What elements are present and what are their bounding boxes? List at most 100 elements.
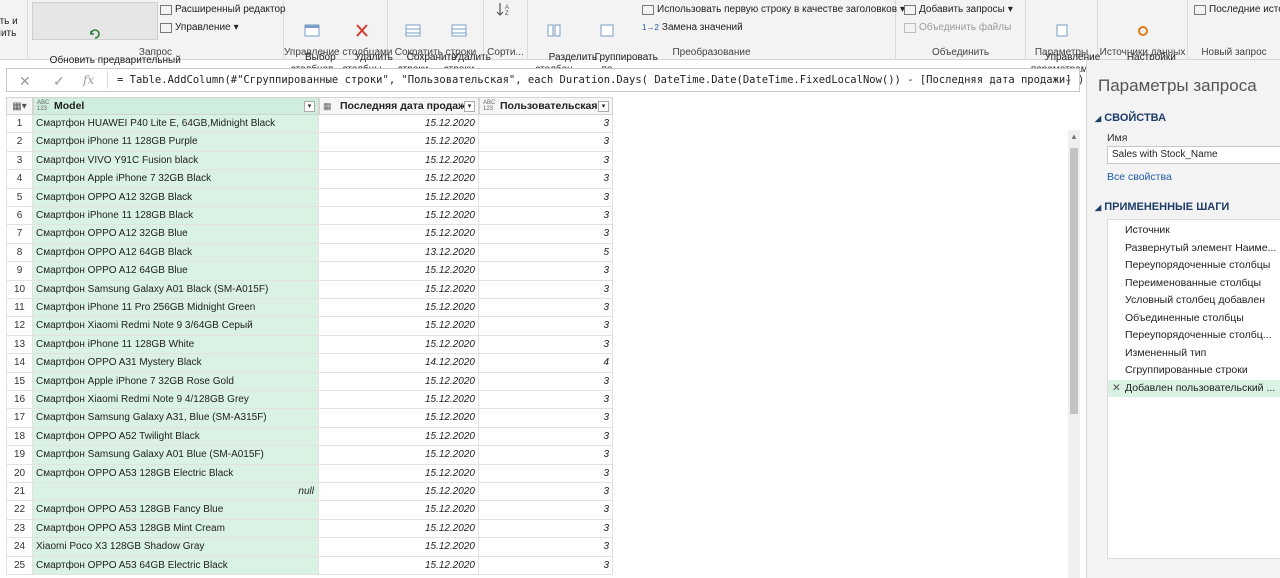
- cell-custom[interactable]: 3: [479, 409, 613, 428]
- cell-model[interactable]: Смартфон iPhone 11 128GB Black: [33, 207, 319, 226]
- cell-model[interactable]: Смартфон Apple iPhone 7 32GB Rose Gold: [33, 372, 319, 391]
- table-row[interactable]: 10 Смартфон Samsung Galaxy A01 Black (SM-…: [6, 280, 613, 299]
- formula-text[interactable]: = Table.AddColumn(#"Сгруппированные стро…: [117, 74, 1091, 86]
- cell-model[interactable]: Смартфон Samsung Galaxy A01 Blue (SM-A01…: [33, 446, 319, 465]
- cell-last-sale-date[interactable]: 15.12.2020: [319, 464, 479, 483]
- table-corner-menu[interactable]: ▦▾: [6, 97, 33, 115]
- fx-icon[interactable]: fx: [83, 73, 94, 87]
- applied-step[interactable]: Сгруппированные строки: [1108, 362, 1280, 380]
- cell-custom[interactable]: 3: [479, 115, 613, 134]
- filter-dropdown-icon[interactable]: ▾: [304, 101, 315, 112]
- cell-custom[interactable]: 3: [479, 207, 613, 226]
- table-row[interactable]: 24 Xiaomi Poco X3 128GB Shadow Gray 15.12.…: [6, 538, 613, 557]
- cell-model[interactable]: Смартфон Apple iPhone 7 32GB Black: [33, 170, 319, 189]
- column-header-last-sale-date[interactable]: ▦ Последняя дата продажи ▾: [319, 97, 479, 115]
- cell-last-sale-date[interactable]: 15.12.2020: [319, 170, 479, 189]
- cell-last-sale-date[interactable]: 15.12.2020: [319, 409, 479, 428]
- cell-last-sale-date[interactable]: 15.12.2020: [319, 483, 479, 502]
- cell-custom[interactable]: 3: [479, 519, 613, 539]
- row-number[interactable]: 13: [6, 335, 33, 355]
- row-number[interactable]: 8: [6, 243, 33, 263]
- table-row[interactable]: 4 Смартфон Apple iPhone 7 32GB Black 15.12…: [6, 170, 613, 189]
- cell-model[interactable]: Смартфон iPhone 11 128GB White: [33, 335, 319, 355]
- cell-model[interactable]: Смартфон OPPO A12 64GB Blue: [33, 262, 319, 281]
- cancel-formula-icon[interactable]: ✕: [19, 73, 31, 90]
- table-row[interactable]: 22 Смартфон OPPO A53 128GB Fancy Blue 15.1…: [6, 501, 613, 520]
- cell-custom[interactable]: 3: [479, 538, 613, 557]
- table-row[interactable]: 23 Смартфон OPPO A53 128GB Mint Cream 15.1…: [6, 519, 613, 539]
- table-row[interactable]: 20 Смартфон OPPO A53 128GB Electric Black…: [6, 464, 613, 483]
- cell-last-sale-date[interactable]: 15.12.2020: [319, 280, 479, 299]
- cell-custom[interactable]: 3: [479, 391, 613, 410]
- cell-last-sale-date[interactable]: 15.12.2020: [319, 519, 479, 539]
- cell-model[interactable]: Смартфон OPPO A53 128GB Electric Black: [33, 464, 319, 483]
- table-row[interactable]: 17 Смартфон Samsung Galaxy A31, Blue (SM-…: [6, 409, 613, 428]
- cell-last-sale-date[interactable]: 15.12.2020: [319, 151, 479, 171]
- row-number[interactable]: 2: [6, 133, 33, 152]
- scroll-up-icon[interactable]: ▲: [1070, 132, 1078, 141]
- row-number[interactable]: 15: [6, 372, 33, 391]
- cell-last-sale-date[interactable]: 15.12.2020: [319, 556, 479, 575]
- all-properties-link[interactable]: Все свойства: [1107, 171, 1172, 183]
- row-number[interactable]: 20: [6, 464, 33, 483]
- row-number[interactable]: 16: [6, 391, 33, 410]
- table-row[interactable]: 9 Смартфон OPPO A12 64GB Blue 15.12.2020 3: [6, 262, 613, 281]
- cell-last-sale-date[interactable]: 15.12.2020: [319, 207, 479, 226]
- row-number[interactable]: 21: [6, 483, 33, 502]
- properties-section[interactable]: ◢ СВОЙСТВА: [1095, 112, 1166, 124]
- applied-steps-section[interactable]: ◢ ПРИМЕНЕННЫЕ ШАГИ: [1095, 201, 1229, 213]
- applied-step[interactable]: Измененный тип: [1108, 345, 1280, 363]
- cell-last-sale-date[interactable]: 15.12.2020: [319, 262, 479, 281]
- column-header-custom[interactable]: ABC 123 Пользовательская ▾: [479, 97, 613, 115]
- cell-custom[interactable]: 3: [479, 151, 613, 171]
- applied-step[interactable]: Переупорядоченные столбц...: [1108, 327, 1280, 345]
- cell-custom[interactable]: 3: [479, 501, 613, 520]
- table-row[interactable]: 11 Смартфон iPhone 11 Pro 256GB Midnight …: [6, 299, 613, 318]
- cell-last-sale-date[interactable]: 14.12.2020: [319, 354, 479, 373]
- applied-step[interactable]: Переупорядоченные столбцы: [1108, 257, 1280, 275]
- row-number[interactable]: 1: [6, 115, 33, 134]
- row-number[interactable]: 18: [6, 427, 33, 447]
- cell-last-sale-date[interactable]: 15.12.2020: [319, 335, 479, 355]
- cell-model[interactable]: Смартфон OPPO A12 64GB Black: [33, 243, 319, 263]
- cell-custom[interactable]: 3: [479, 133, 613, 152]
- cell-model[interactable]: Смартфон OPPO A53 64GB Electric Black: [33, 556, 319, 575]
- cell-custom[interactable]: 3: [479, 335, 613, 355]
- row-number[interactable]: 17: [6, 409, 33, 428]
- cell-custom[interactable]: 3: [479, 317, 613, 336]
- table-row[interactable]: 18 Смартфон OPPO A52 Twilight Black 15.12.…: [6, 427, 613, 447]
- table-row[interactable]: 16 Смартфон Xiaomi Redmi Note 9 4/128GB G…: [6, 391, 613, 410]
- cell-last-sale-date[interactable]: 15.12.2020: [319, 225, 479, 244]
- row-number[interactable]: 24: [6, 538, 33, 557]
- cell-custom[interactable]: 3: [479, 170, 613, 189]
- applied-step[interactable]: Источник: [1108, 222, 1280, 240]
- filter-dropdown-icon[interactable]: ▾: [464, 101, 475, 112]
- filter-dropdown-icon[interactable]: ▾: [598, 101, 609, 112]
- table-row[interactable]: 21 null 15.12.2020 3: [6, 483, 613, 502]
- row-number[interactable]: 3: [6, 151, 33, 171]
- cell-custom[interactable]: 3: [479, 262, 613, 281]
- cell-custom[interactable]: 3: [479, 188, 613, 207]
- cell-last-sale-date[interactable]: 15.12.2020: [319, 501, 479, 520]
- cell-last-sale-date[interactable]: 15.12.2020: [319, 427, 479, 447]
- cell-custom[interactable]: 3: [479, 483, 613, 502]
- cell-custom[interactable]: 3: [479, 225, 613, 244]
- row-number[interactable]: 25: [6, 556, 33, 575]
- cell-model[interactable]: Смартфон iPhone 11 Pro 256GB Midnight Gr…: [33, 299, 319, 318]
- cell-last-sale-date[interactable]: 15.12.2020: [319, 538, 479, 557]
- row-number[interactable]: 9: [6, 262, 33, 281]
- column-header-model[interactable]: ABC 123 Model ▾: [33, 97, 319, 115]
- recent-sources-button[interactable]: Последние исто: [1194, 4, 1280, 15]
- table-row[interactable]: 3 Смартфон VIVO Y91C Fusion black 15.12.20…: [6, 151, 613, 171]
- sort-button[interactable]: AZ: [494, 2, 514, 18]
- close-apply-button[interactable]: ить и нить: [0, 16, 18, 40]
- cell-model[interactable]: Смартфон Xiaomi Redmi Note 9 4/128GB Gre…: [33, 391, 319, 410]
- advanced-editor-button[interactable]: Расширенный редактор: [160, 4, 286, 15]
- cell-model[interactable]: Смартфон VIVO Y91C Fusion black: [33, 151, 319, 171]
- manage-button[interactable]: Управление ▾: [160, 22, 239, 33]
- table-row[interactable]: 15 Смартфон Apple iPhone 7 32GB Rose Gold…: [6, 372, 613, 391]
- row-number[interactable]: 6: [6, 207, 33, 226]
- cell-custom[interactable]: 5: [479, 243, 613, 263]
- cell-custom[interactable]: 3: [479, 299, 613, 318]
- table-row[interactable]: 6 Смартфон iPhone 11 128GB Black 15.12.202…: [6, 207, 613, 226]
